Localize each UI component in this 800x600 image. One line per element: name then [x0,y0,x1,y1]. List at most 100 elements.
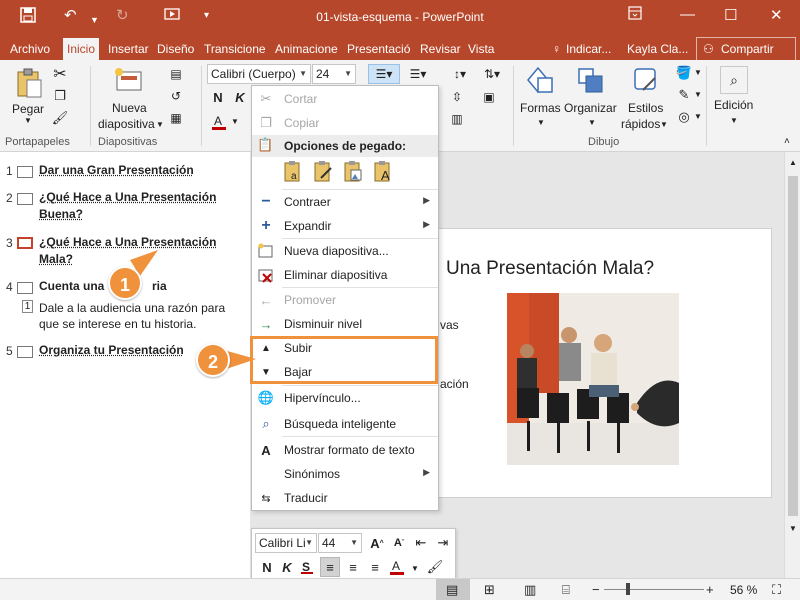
slide-thumbnail-icon[interactable] [17,346,33,358]
tab-revisar[interactable]: Revisar [416,38,465,60]
zoom-slider-thumb[interactable] [626,583,630,595]
numbering-button[interactable]: ☰▾ [404,64,432,84]
mini-underline-icon[interactable]: S [298,558,316,576]
chevron-down-icon[interactable]: ▼ [694,68,702,77]
slide-title[interactable]: Una Presentación Mala? [446,258,654,280]
cut-icon[interactable]: ✂ [52,66,68,83]
outline-slide-title[interactable]: Organiza tu Presentación [39,342,184,359]
menu-item-hyperlink[interactable]: 🌐 Hipervínculo... [252,386,438,410]
paste-label[interactable]: Pegar [12,102,44,116]
slide-thumbnail-icon-selected[interactable] [17,237,33,249]
shape-fill-icon[interactable]: 🪣 [674,64,694,82]
slide-photo[interactable] [507,293,679,465]
collapse-ribbon-icon[interactable]: ˄ [784,136,790,147]
copy-icon[interactable]: ❐ [52,88,68,104]
paste-dropdown-icon[interactable]: ▼ [24,116,32,125]
mini-format-painter-icon[interactable]: 🖌 [426,558,444,576]
scroll-down-icon[interactable]: ▼ [787,524,799,536]
vertical-scrollbar[interactable]: ▲ ▼ [784,152,800,578]
outline-slide-title[interactable]: Cuenta una [39,278,104,295]
mini-size-combo[interactable]: 44 ▼ [318,533,362,553]
arrange-dropdown-icon[interactable]: ▼ [588,118,596,127]
menu-item-demote[interactable]: → Disminuir nivel [252,312,438,336]
slide-bullet-fragment[interactable]: ación [440,377,469,391]
chevron-down-icon[interactable]: ▼ [406,559,424,577]
find-icon[interactable]: ⌕ [720,66,748,94]
zoom-level[interactable]: 56 % [730,583,757,597]
shapes-label[interactable]: Formas [520,101,561,115]
tab-vista[interactable]: Vista [464,38,498,60]
menu-item-expand[interactable]: + Expandir ▶ [252,214,438,238]
quick-styles-icon[interactable] [628,64,662,98]
zoom-slider-track[interactable] [604,589,704,590]
chevron-down-icon[interactable]: ▼ [694,90,702,99]
shapes-dropdown-icon[interactable]: ▼ [537,118,545,127]
tell-me-box[interactable]: Indicar... [566,38,611,60]
slideshow-icon[interactable]: ⌸ [562,582,570,598]
reading-view-icon[interactable]: ▥ [524,582,536,598]
font-color-dropdown-icon[interactable]: ▼ [231,117,239,126]
paste-keep-source-icon[interactable]: a [282,159,304,183]
grow-font-icon[interactable]: A ^ [368,534,386,552]
zoom-out-icon[interactable]: − [592,582,600,597]
outline-slide-title[interactable]: Dar una Gran Presentación [39,162,194,179]
menu-item-show-formatting[interactable]: A Mostrar formato de texto [252,438,438,462]
new-slide-label-2[interactable]: diapositiva [98,117,155,131]
quick-styles-dropdown-icon[interactable]: ▼ [660,120,668,129]
outline-slide-title-cont[interactable]: Buena? [39,206,83,223]
mini-font-color-icon[interactable]: A [388,558,406,576]
arrange-label[interactable]: Organizar [564,101,617,115]
smartart-icon[interactable]: ▣ [478,88,500,106]
chevron-down-icon[interactable]: ▼ [694,112,702,121]
minimize-icon[interactable]: — [680,6,695,23]
increase-indent-icon[interactable]: ⇥ [434,534,452,552]
tab-archivo[interactable]: Archivo [6,38,54,60]
zoom-in-icon[interactable]: + [706,582,714,597]
slide-sorter-icon[interactable]: ⊞ [484,582,495,598]
outline-body-text[interactable]: que se interese en tu historia. [39,316,196,332]
bullets-button[interactable]: ☰▾ [368,64,400,84]
paste-destination-theme-icon[interactable] [312,159,334,183]
tab-insertar[interactable]: Insertar [104,38,153,60]
columns-icon[interactable]: ▥ [446,110,468,128]
fit-to-window-icon[interactable]: ⛶ [772,582,781,598]
scrollbar-thumb[interactable] [788,176,798,516]
outline-slide-title-cont[interactable]: Mala? [39,251,73,268]
font-size-combo[interactable]: 24 ▼ [312,64,356,84]
arrange-icon[interactable] [575,64,609,98]
share-button[interactable]: ⚇ Compartir [696,37,796,61]
menu-item-new-slide[interactable]: Nueva diapositiva... [252,239,438,263]
bold-button[interactable]: N [210,88,226,106]
shape-effects-icon[interactable]: ◎ [674,108,694,126]
menu-item-synonyms[interactable]: Sinónimos ▶ [252,462,438,486]
text-direction-icon[interactable]: ⇅▾ [478,64,506,84]
new-slide-label[interactable]: Nueva [112,101,147,115]
align-right-icon[interactable]: ≡ [366,558,384,576]
close-icon[interactable]: ✕ [770,6,783,24]
quick-styles-label-2[interactable]: rápidos [621,117,660,131]
decrease-indent-icon[interactable]: ⇤ [412,534,430,552]
align-center-icon[interactable]: ≡ [344,558,362,576]
paste-icon[interactable] [14,66,44,100]
shapes-icon[interactable] [523,64,557,98]
maximize-icon[interactable]: ☐ [724,6,737,24]
align-left-icon[interactable]: ≡ [320,557,340,577]
menu-item-delete-slide[interactable]: Eliminar diapositiva [252,263,438,287]
shape-outline-icon[interactable]: ✎ [674,86,694,104]
section-icon[interactable]: ▦ [166,110,186,126]
new-slide-dropdown-icon[interactable]: ▼ [156,120,164,129]
quick-styles-label[interactable]: Estilos [628,101,663,115]
outline-slide-title[interactable]: ¿Qué Hace a Una Presentación [39,189,216,206]
tab-transiciones[interactable]: Transicione [200,38,272,60]
scroll-up-icon[interactable]: ▲ [787,158,799,170]
outline-slide-title[interactable]: ¿Qué Hace a Una Presentación [39,234,216,251]
slide-bullet-fragment[interactable]: vas [440,318,459,332]
shrink-font-icon[interactable]: Aˇ [390,534,408,552]
font-color-icon[interactable]: A [210,112,228,132]
menu-item-smart-lookup[interactable]: ⌕ Búsqueda inteligente [252,412,438,436]
layout-icon[interactable]: ▤ [166,66,186,82]
tab-diseno[interactable]: Diseño [153,38,198,60]
tab-presentacion[interactable]: Presentació [343,38,417,60]
mini-bold-button[interactable]: N [258,558,276,576]
paste-text-only-icon[interactable]: A [372,159,394,183]
